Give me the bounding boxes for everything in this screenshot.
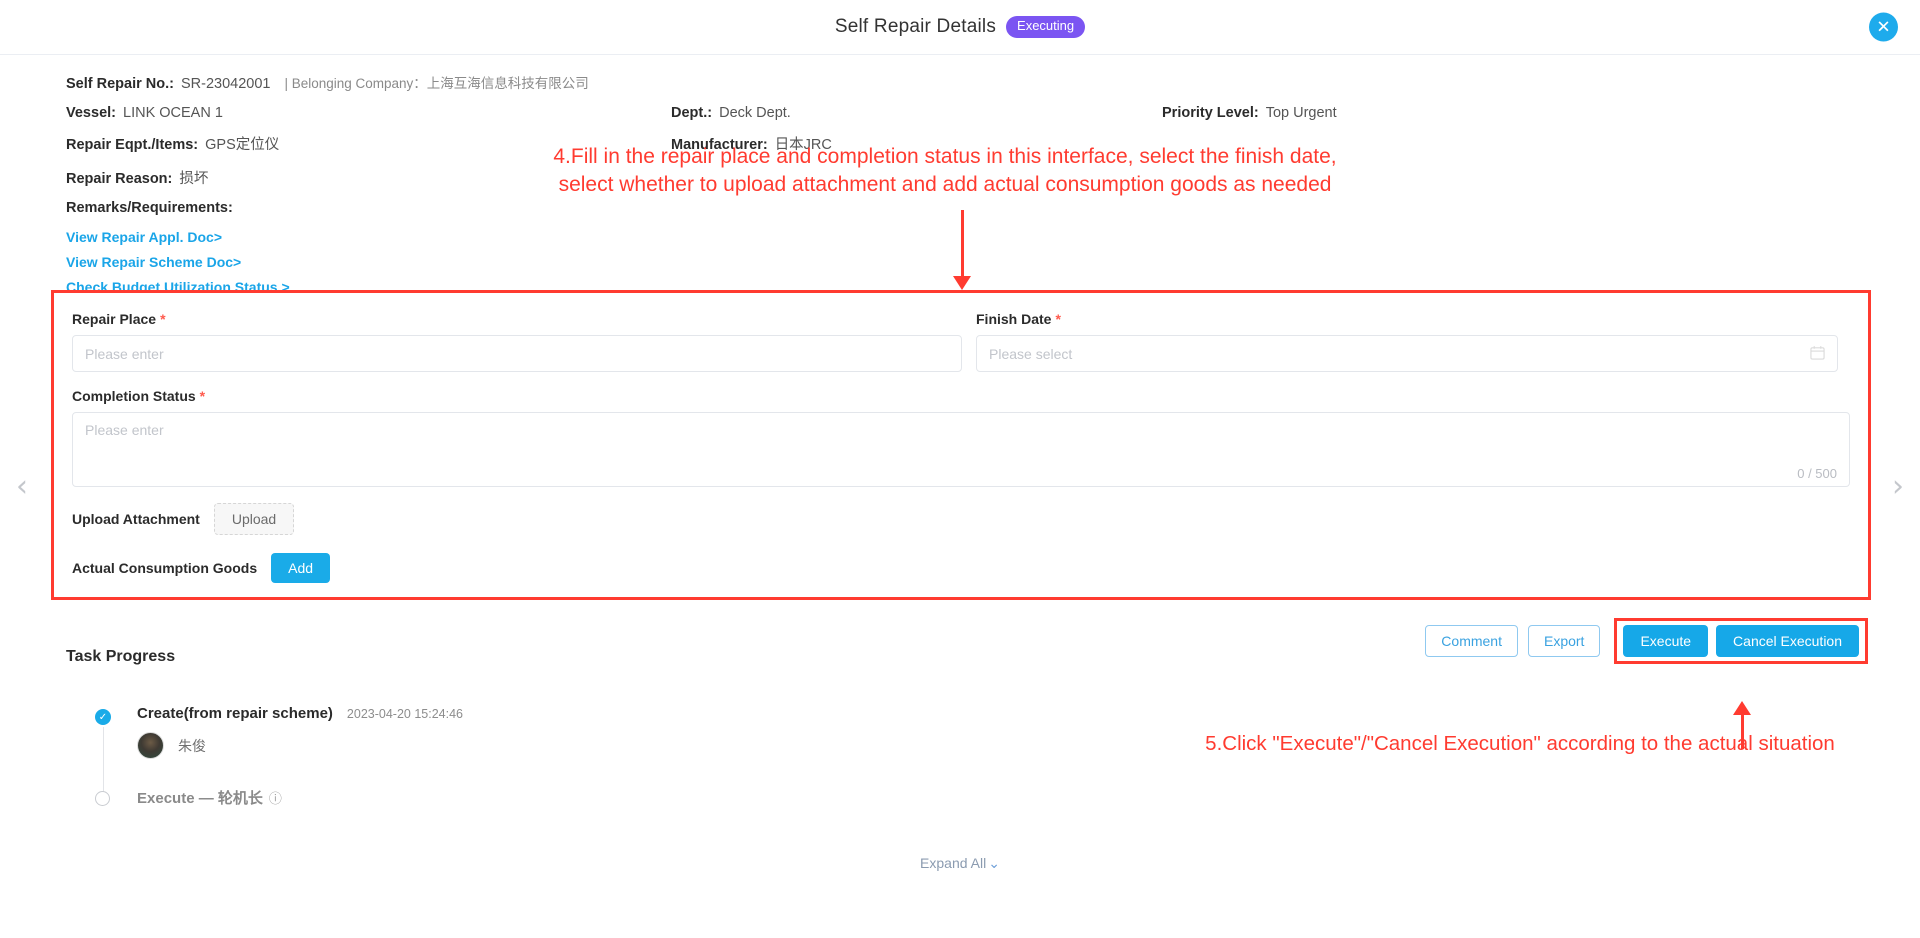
upload-attachment-label: Upload Attachment (72, 511, 200, 527)
vessel-value: LINK OCEAN 1 (123, 104, 223, 121)
required-asterisk: * (199, 388, 206, 404)
character-counter: 0 / 500 (1797, 466, 1837, 481)
belonging-company: | Belonging Company：上海互海信息科技有限公司 (284, 76, 589, 91)
close-icon[interactable]: ✕ (1869, 12, 1898, 42)
self-repair-details-page: Self Repair Details Executing ✕ Self Repa… (0, 0, 1920, 938)
finish-date-label: Finish Date * (976, 311, 1061, 327)
completion-status-label: Completion Status * (72, 388, 206, 404)
priority-label: Priority Level: (1162, 104, 1259, 121)
expand-all-label: Expand All (920, 855, 987, 871)
info-icon[interactable]: ⓘ (269, 788, 282, 807)
check-icon: ✓ (95, 709, 111, 725)
finish-date-placeholder: Please select (989, 345, 1073, 362)
eqpt-label: Repair Eqpt./Items: (66, 137, 199, 153)
timeline-step-header: Create(from repair scheme) 2023-04-20 15… (137, 705, 795, 722)
info-row-remarks: Remarks/Requirements: (66, 200, 1920, 216)
action-buttons-bar: Comment Export Execute Cancel Execution (1425, 618, 1868, 664)
cancel-execution-button[interactable]: Cancel Execution (1716, 625, 1859, 657)
repair-place-input[interactable]: Please enter (72, 335, 962, 372)
priority-value: Top Urgent (1265, 104, 1337, 121)
chevron-down-icon: ⌄ (988, 855, 1000, 871)
annotation-arrow-step-5 (1733, 701, 1753, 763)
reason-label: Repair Reason: (66, 170, 173, 187)
eqpt-value: GPS定位仪 (205, 137, 280, 153)
upload-button[interactable]: Upload (213, 503, 295, 535)
finish-date-field: Finish Date * Please select (976, 311, 1838, 372)
upload-attachment-row: Upload Attachment Upload (72, 503, 1850, 535)
add-consumption-goods-button[interactable]: Add (271, 553, 331, 583)
timeline-username: 朱俊 (178, 737, 206, 754)
timeline-step-name: Execute — 轮机长 (137, 790, 263, 807)
task-progress-title: Task Progress (66, 648, 176, 665)
timeline-step-name: Create(from repair scheme) (137, 705, 333, 722)
finish-date-input[interactable]: Please select (976, 335, 1838, 372)
vessel-label: Vessel: (66, 104, 116, 121)
execute-button[interactable]: Execute (1623, 625, 1709, 657)
timeline-step-user: 朱俊 (137, 732, 795, 759)
completion-status-textarea[interactable]: Please enter 0 / 500 (72, 412, 1850, 487)
task-progress-timeline: ✓ Create(from repair scheme) 2023-04-20 … (95, 705, 795, 808)
completion-status-field: Completion Status * Please enter 0 / 500 (72, 388, 1850, 487)
form-row-1: Repair Place * Please enter Finish Date * … (72, 311, 1850, 372)
calendar-icon[interactable] (1810, 345, 1825, 363)
dept-label: Dept.: (671, 104, 713, 121)
execute-button-group: Execute Cancel Execution (1614, 618, 1868, 664)
annotation-step-4: 4.Fill in the repair place and completio… (553, 145, 1337, 196)
annotation-arrow-step-4 (953, 210, 973, 292)
chevron-right-icon[interactable]: › (1892, 472, 1904, 502)
export-button[interactable]: Export (1527, 625, 1601, 657)
chevron-left-icon[interactable]: ‹ (16, 472, 28, 502)
avatar (137, 732, 164, 759)
required-asterisk: * (1055, 311, 1061, 327)
consumption-goods-label: Actual Consumption Goods (72, 560, 258, 576)
dept-value: Deck Dept. (719, 104, 791, 121)
timeline-step-execute: Execute — 轮机长 ⓘ (95, 787, 795, 808)
info-priority: Priority Level: Top Urgent (1162, 105, 1337, 121)
document-links: View Repair Appl. Doc> View Repair Schem… (66, 229, 1920, 295)
repair-no-label: Self Repair No.: (66, 76, 174, 92)
reason-value: 损坏 (179, 170, 209, 187)
link-view-repair-appl-doc[interactable]: View Repair Appl. Doc> (66, 229, 1920, 245)
annotation-step-5: 5.Click "Execute"/"Cancel Execution" acc… (1205, 732, 1835, 755)
dialog-titlebar: Self Repair Details Executing ✕ (0, 0, 1920, 55)
info-row-vessel: Vessel: LINK OCEAN 1 Dept.: Deck Dept. P… (66, 105, 1920, 121)
comment-button[interactable]: Comment (1425, 625, 1518, 657)
execution-form-card: Repair Place * Please enter Finish Date * … (51, 290, 1871, 600)
status-badge: Executing (1006, 16, 1086, 39)
info-dept: Dept.: Deck Dept. (671, 105, 791, 121)
consumption-goods-row: Actual Consumption Goods Add (72, 553, 1850, 583)
page-title: Self Repair Details Executing (834, 15, 1086, 39)
expand-all-button[interactable]: Expand All ⌄ (0, 855, 1920, 872)
remarks-label: Remarks/Requirements: (66, 200, 233, 216)
required-asterisk: * (160, 311, 166, 327)
completion-status-placeholder: Please enter (85, 422, 164, 438)
info-row-repair-no: Self Repair No.: SR-23042001 | Belonging… (66, 72, 1920, 92)
page-title-text: Self Repair Details (834, 15, 997, 37)
timeline-step-create: ✓ Create(from repair scheme) 2023-04-20 … (95, 705, 795, 799)
link-view-repair-scheme-doc[interactable]: View Repair Scheme Doc> (66, 254, 1920, 270)
repair-place-label: Repair Place * (72, 311, 166, 327)
repair-no-value: SR-23042001 (180, 76, 271, 92)
pending-step-icon (95, 791, 110, 806)
repair-place-field: Repair Place * Please enter (72, 311, 962, 372)
timeline-step-time: 2023-04-20 15:24:46 (346, 707, 463, 721)
timeline-step-header: Execute — 轮机长 ⓘ (137, 787, 795, 808)
